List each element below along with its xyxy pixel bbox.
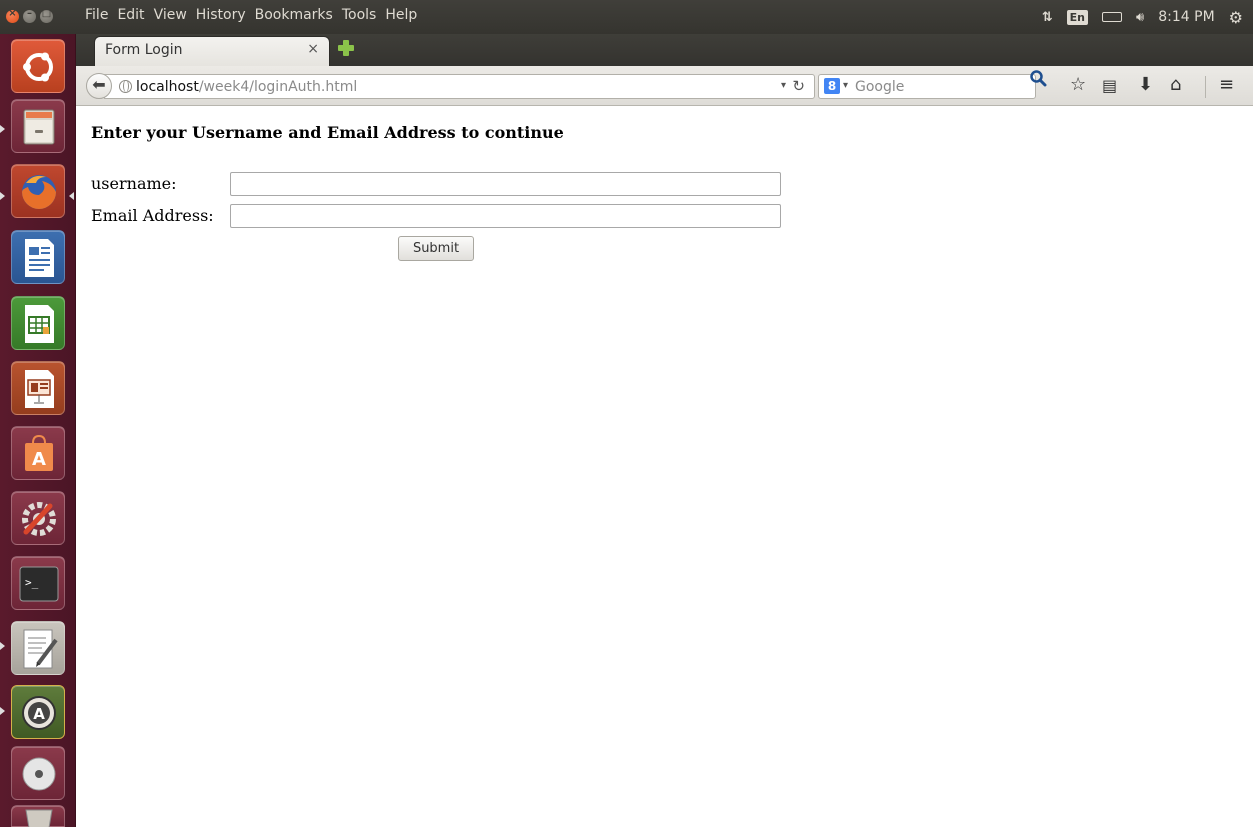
clock[interactable]: 8:14 PM xyxy=(1158,9,1214,25)
unity-launcher: A >_ A xyxy=(0,34,76,827)
minimize-icon: – xyxy=(27,8,32,19)
bookmarks-menu-icon[interactable]: ▤ xyxy=(1102,76,1117,95)
reload-icon[interactable]: ↻ xyxy=(792,77,805,95)
back-arrow-icon: ⬅ xyxy=(92,75,106,94)
search-input[interactable]: Google xyxy=(855,79,904,95)
calc-spreadsheet-icon xyxy=(25,305,54,343)
window-minimize-button[interactable]: – xyxy=(23,8,36,23)
active-indicator xyxy=(69,192,74,200)
firefox-icon xyxy=(22,175,56,209)
launcher-terminal[interactable]: >_ xyxy=(11,556,65,610)
text-editor-icon xyxy=(23,629,58,669)
launcher-ubuntu-dash[interactable] xyxy=(11,39,65,93)
email-label: Email Address: xyxy=(91,206,214,225)
menu-history[interactable]: History xyxy=(196,7,246,23)
launcher-system-settings[interactable] xyxy=(11,491,65,545)
tab-close-icon[interactable]: × xyxy=(307,41,319,57)
launcher-dvd[interactable] xyxy=(11,746,65,800)
hamburger-menu-icon[interactable]: ≡ xyxy=(1219,74,1234,95)
launcher-files[interactable] xyxy=(11,99,65,153)
writer-document-icon xyxy=(25,239,54,277)
svg-text:>_: >_ xyxy=(25,576,39,589)
url-bar[interactable]: localhost/week4/loginAuth.html ▾ ↻ xyxy=(104,74,815,99)
close-icon: × xyxy=(8,8,17,19)
menu-edit[interactable]: Edit xyxy=(117,7,144,23)
launcher-firefox[interactable] xyxy=(11,164,65,218)
tab-bar: Form Login × xyxy=(76,34,1253,66)
file-cabinet-icon xyxy=(23,109,55,145)
terminal-icon: >_ xyxy=(19,566,59,602)
volume-icon[interactable]: 🔊︎ xyxy=(1136,10,1144,25)
menu-view[interactable]: View xyxy=(154,7,187,23)
toolbar-separator xyxy=(1205,76,1206,98)
menu-bar: File Edit View History Bookmarks Tools H… xyxy=(85,7,426,23)
launcher-libreoffice-calc[interactable] xyxy=(11,296,65,350)
navigation-bar: localhost/week4/loginAuth.html ▾ ↻ ⬅ 8 ▾… xyxy=(76,66,1253,106)
url-history-dropdown-icon[interactable]: ▾ xyxy=(781,80,786,91)
menu-help[interactable]: Help xyxy=(385,7,417,23)
new-tab-icon[interactable] xyxy=(338,40,354,56)
launcher-trash[interactable] xyxy=(11,805,65,827)
submit-button[interactable]: Submit xyxy=(398,236,474,261)
search-icon[interactable] xyxy=(1029,69,1047,87)
page-content: Enter your Username and Email Address to… xyxy=(76,107,1253,827)
ubuntu-logo-icon xyxy=(23,52,53,82)
page-title: Enter your Username and Email Address to… xyxy=(91,123,564,142)
email-input[interactable] xyxy=(230,204,781,228)
url-host: localhost xyxy=(136,79,199,95)
network-updown-icon[interactable]: ⇅ xyxy=(1042,10,1053,25)
launcher-software-updater[interactable]: A xyxy=(11,685,65,739)
running-indicator xyxy=(0,707,5,715)
downloads-icon[interactable]: ⬇ xyxy=(1138,74,1153,95)
search-engine-dropdown-icon[interactable]: ▾ xyxy=(843,80,848,91)
menu-file[interactable]: File xyxy=(85,7,108,23)
username-label: username: xyxy=(91,174,177,193)
google-engine-icon[interactable]: 8 xyxy=(824,78,840,94)
url-path: /week4/loginAuth.html xyxy=(198,79,358,95)
launcher-software-center[interactable]: A xyxy=(11,426,65,480)
menu-bookmarks[interactable]: Bookmarks xyxy=(255,7,333,23)
software-updater-icon: A xyxy=(22,696,56,730)
session-gear-icon[interactable]: ⚙ xyxy=(1229,8,1243,27)
search-bar[interactable]: 8 ▾ Google xyxy=(818,74,1036,99)
svg-text:A: A xyxy=(32,449,46,470)
bookmark-star-icon[interactable]: ☆ xyxy=(1070,74,1086,95)
shopping-bag-icon: A xyxy=(25,434,53,471)
disc-icon xyxy=(22,757,56,791)
window-close-button[interactable]: × xyxy=(6,8,19,23)
settings-wrench-icon xyxy=(22,502,56,536)
menu-tools[interactable]: Tools xyxy=(342,7,377,23)
impress-presentation-icon xyxy=(25,370,54,408)
top-panel: × – □ File Edit View History Bookmarks T… xyxy=(0,0,1253,34)
back-button[interactable]: ⬅ xyxy=(86,73,112,99)
indicator-area: ⇅ En 🔊︎ 8:14 PM ⚙ xyxy=(1042,0,1253,34)
keyboard-layout-indicator[interactable]: En xyxy=(1066,9,1089,25)
globe-icon[interactable] xyxy=(119,80,132,93)
running-indicator xyxy=(0,192,5,200)
window-maximize-button[interactable]: □ xyxy=(40,8,53,23)
launcher-text-editor[interactable] xyxy=(11,621,65,675)
tab-form-login[interactable]: Form Login × xyxy=(94,36,330,66)
running-indicator xyxy=(0,642,5,650)
trash-icon xyxy=(25,809,53,827)
launcher-libreoffice-writer[interactable] xyxy=(11,230,65,284)
running-indicator xyxy=(0,125,5,133)
maximize-icon: □ xyxy=(41,8,52,19)
username-input[interactable] xyxy=(230,172,781,196)
home-icon[interactable]: ⌂ xyxy=(1170,74,1181,95)
tab-title: Form Login xyxy=(105,42,183,58)
svg-text:A: A xyxy=(33,705,45,723)
url-text[interactable]: localhost/week4/loginAuth.html xyxy=(136,79,357,95)
battery-icon[interactable] xyxy=(1102,12,1123,22)
launcher-libreoffice-impress[interactable] xyxy=(11,361,65,415)
